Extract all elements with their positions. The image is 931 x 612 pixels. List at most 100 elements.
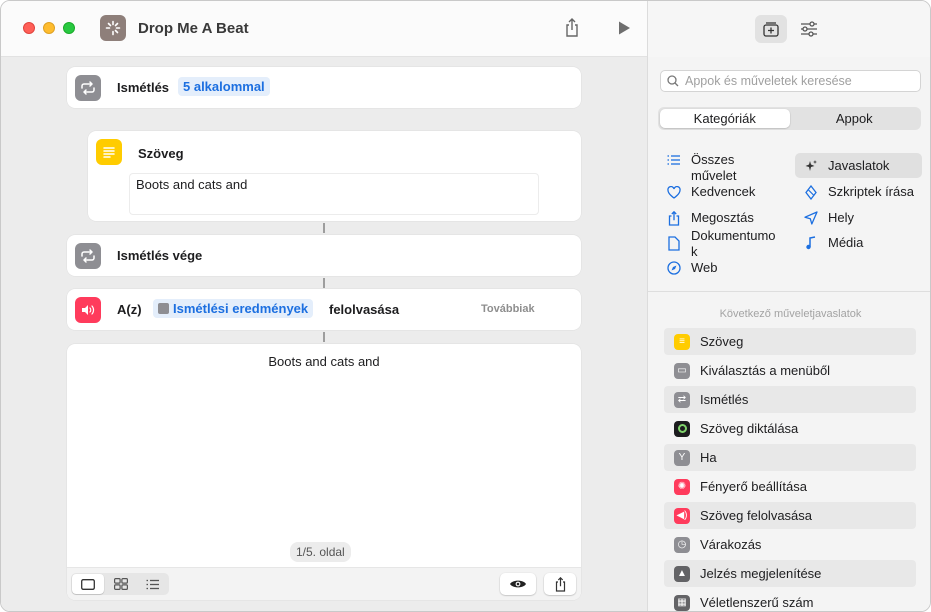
suggestion-text[interactable]: ≡ Szöveg: [664, 328, 916, 355]
category-all-actions[interactable]: Összes művelet: [666, 152, 771, 184]
suggestion-choose-from-menu[interactable]: ▭ Kiválasztás a menüből: [664, 357, 916, 384]
suggestion-random-number[interactable]: ▦ Véletlenszerű szám: [664, 589, 916, 611]
share-icon: [555, 576, 565, 592]
connector-line: [323, 332, 325, 342]
play-icon: [619, 21, 630, 35]
text-icon: [96, 139, 122, 165]
preview-share-button[interactable]: [544, 573, 576, 595]
repeat-action-card[interactable]: Ismétlés 5 alkalommal: [67, 67, 581, 108]
if-branch-icon: Y: [674, 449, 690, 466]
suggestions-heading: Következő műveletjavaslatok: [719, 308, 862, 320]
suggestion-wait[interactable]: ◷ Várakozás: [664, 531, 916, 558]
action-library-pane: Kategóriák Appok Összes művelet Kedvence…: [647, 1, 930, 611]
zoom-window-button[interactable]: [63, 22, 75, 34]
connector-line: [323, 278, 325, 288]
suggestion-label: Kiválasztás a menüből: [700, 363, 831, 378]
category-label: Média: [828, 235, 864, 250]
minimize-window-button[interactable]: [43, 22, 55, 34]
alert-icon: ▲: [674, 565, 690, 582]
scripting-icon: [803, 184, 819, 200]
repeat-results-label: Ismétlési eredmények: [173, 301, 309, 316]
repeat-count-token[interactable]: 5 alkalommal: [178, 77, 270, 96]
repeat-icon: ⇄: [674, 391, 690, 408]
quick-look-button[interactable]: [500, 573, 536, 595]
share-button[interactable]: [560, 16, 584, 40]
dictation-icon: [674, 420, 690, 437]
preview-card: Boots and cats and 1/5. oldal: [67, 344, 581, 600]
text-icon: ≡: [674, 333, 690, 350]
brightness-icon: ✺: [674, 478, 690, 495]
repeat-icon: [75, 75, 101, 101]
category-favorites[interactable]: Kedvencek: [666, 184, 755, 200]
category-label: Dokumentumok: [691, 228, 776, 259]
suggestion-label: Ismétlés: [700, 392, 749, 407]
library-tabs: Kategóriák Appok: [658, 107, 921, 130]
search-field[interactable]: [660, 70, 921, 92]
run-button[interactable]: [612, 16, 636, 40]
speak-action-card[interactable]: A(z) Ismétlési eredmények felolvasása To…: [67, 289, 581, 330]
sparkles-icon: [803, 158, 819, 174]
share-icon: [566, 18, 578, 37]
category-label: Megosztás: [691, 210, 754, 225]
editor-pane: Drop Me A Beat Ismétlés 5 alkalommal Szö…: [1, 1, 647, 611]
more-button[interactable]: Továbbiak: [481, 303, 535, 315]
clock-icon: ◷: [674, 536, 690, 553]
speak-suffix: felolvasása: [329, 302, 400, 317]
category-label: Hely: [828, 210, 855, 225]
details-button[interactable]: [795, 15, 823, 43]
category-label: Web: [691, 260, 718, 275]
category-scripting[interactable]: Szkriptek írása: [803, 184, 914, 200]
category-sharing[interactable]: Megosztás: [666, 210, 754, 226]
calculator-icon: ▦: [674, 594, 690, 611]
compass-icon: [666, 260, 682, 276]
grid-icon: [114, 578, 128, 590]
suggestion-label: Szöveg: [700, 334, 744, 349]
list-icon: [666, 152, 682, 168]
category-media[interactable]: Média: [803, 235, 863, 251]
window-title: Drop Me A Beat: [138, 20, 249, 37]
end-repeat-card[interactable]: Ismétlés vége: [67, 235, 581, 276]
suggestion-label: Jelzés megjelenítése: [700, 566, 822, 581]
list-view-button[interactable]: [137, 574, 169, 594]
repeat-token-icon: [158, 303, 169, 314]
suggestion-show-alert[interactable]: ▲ Jelzés megjelenítése: [664, 560, 916, 587]
text-action-label: Szöveg: [138, 146, 184, 161]
shortcuts-window: Drop Me A Beat Ismétlés 5 alkalommal Szö…: [0, 0, 931, 612]
suggestion-set-brightness[interactable]: ✺ Fényerő beállítása: [664, 473, 916, 500]
suggestion-if[interactable]: Y Ha: [664, 444, 916, 471]
category-suggestions[interactable]: Javaslatok: [803, 158, 889, 174]
repeat-label: Ismétlés: [117, 80, 170, 95]
shortcut-icon[interactable]: [100, 15, 126, 41]
tab-categories[interactable]: Kategóriák: [660, 109, 790, 128]
page-indicator: 1/5. oldal: [290, 542, 351, 562]
category-documents[interactable]: Dokumentumok: [666, 228, 778, 260]
category-label: Összes művelet: [691, 152, 737, 183]
single-view-button[interactable]: [72, 574, 104, 594]
preview-toolbar: [67, 567, 581, 600]
repeat-results-token[interactable]: Ismétlési eredmények: [153, 299, 314, 318]
grid-view-button[interactable]: [105, 574, 137, 594]
suggestion-dictate-text[interactable]: Szöveg diktálása: [664, 415, 916, 442]
suggestion-repeat[interactable]: ⇄ Ismétlés: [664, 386, 916, 413]
category-label: Kedvencek: [691, 184, 756, 199]
suggestion-label: Véletlenszerű szám: [700, 595, 814, 610]
category-web[interactable]: Web: [666, 260, 718, 276]
single-page-icon: [81, 578, 95, 590]
search-input[interactable]: [685, 74, 905, 88]
suggestion-label: Szöveg felolvasása: [700, 508, 813, 523]
suggestion-speak-text[interactable]: ◀) Szöveg felolvasása: [664, 502, 916, 529]
tab-apps[interactable]: Appok: [790, 109, 920, 128]
text-field[interactable]: Boots and cats and: [129, 173, 539, 215]
text-action-card[interactable]: Szöveg Boots and cats and: [88, 131, 581, 221]
action-library-button[interactable]: [755, 15, 787, 43]
document-icon: [666, 235, 682, 251]
category-location[interactable]: Hely: [803, 210, 854, 226]
close-window-button[interactable]: [23, 22, 35, 34]
speaker-icon: ◀): [674, 507, 690, 524]
title-bar: Drop Me A Beat: [1, 1, 647, 57]
suggestion-label: Ha: [700, 450, 717, 465]
view-mode-control: [71, 573, 169, 595]
menu-icon: ▭: [674, 362, 690, 379]
category-label: Javaslatok: [828, 158, 890, 173]
add-action-icon: [763, 22, 779, 37]
